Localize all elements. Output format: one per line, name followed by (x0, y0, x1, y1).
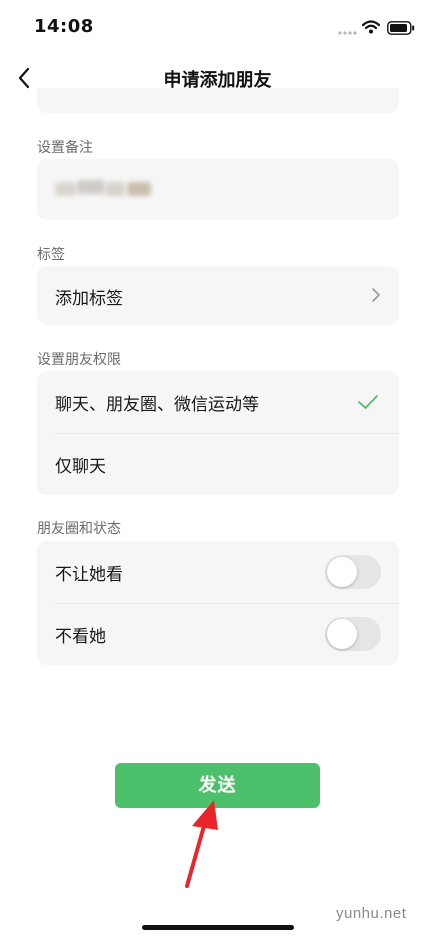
permission-option-full[interactable]: 聊天、朋友圈、微信运动等 (37, 371, 399, 433)
remark-section-label: 设置备注 (37, 140, 93, 156)
signal-icon (338, 31, 357, 35)
permission-option-chat-only[interactable]: 仅聊天 (37, 433, 399, 495)
remark-value-blurred (55, 180, 151, 197)
toggle-knob (327, 619, 357, 649)
hide-her-moments-row: 不看她 (37, 603, 399, 665)
tags-section-label: 标签 (37, 247, 65, 263)
wifi-icon (362, 20, 380, 34)
add-tag-label: 添加标签 (55, 289, 123, 309)
moments-card: 不让她看 不看她 (37, 541, 399, 665)
permissions-card: 聊天、朋友圈、微信运动等 仅聊天 (37, 371, 399, 495)
permissions-section-label: 设置朋友权限 (37, 352, 121, 368)
toggle-knob (327, 557, 357, 587)
battery-icon (387, 21, 415, 35)
chevron-right-icon (372, 288, 380, 302)
remark-input[interactable] (37, 159, 399, 220)
status-time: 14:08 (34, 16, 94, 37)
hide-my-moments-toggle[interactable] (325, 555, 381, 589)
toggle-label: 不看她 (55, 627, 106, 647)
status-bar: 14:08 (0, 0, 435, 52)
toggle-label: 不让她看 (55, 565, 123, 585)
permission-option-label: 仅聊天 (55, 457, 106, 477)
scrolled-card-remnant (37, 88, 399, 113)
moments-section-label: 朋友圈和状态 (37, 521, 121, 537)
hide-her-moments-toggle[interactable] (325, 617, 381, 651)
home-indicator (142, 925, 294, 930)
hide-my-moments-row: 不让她看 (37, 541, 399, 603)
permission-option-label: 聊天、朋友圈、微信运动等 (55, 395, 259, 415)
watermark: yunhu.net (336, 905, 407, 922)
checkmark-icon (358, 395, 378, 409)
annotation-arrow-icon (185, 800, 218, 888)
add-tag-row[interactable]: 添加标签 (37, 266, 399, 325)
add-tag-item[interactable]: 添加标签 (37, 266, 399, 325)
